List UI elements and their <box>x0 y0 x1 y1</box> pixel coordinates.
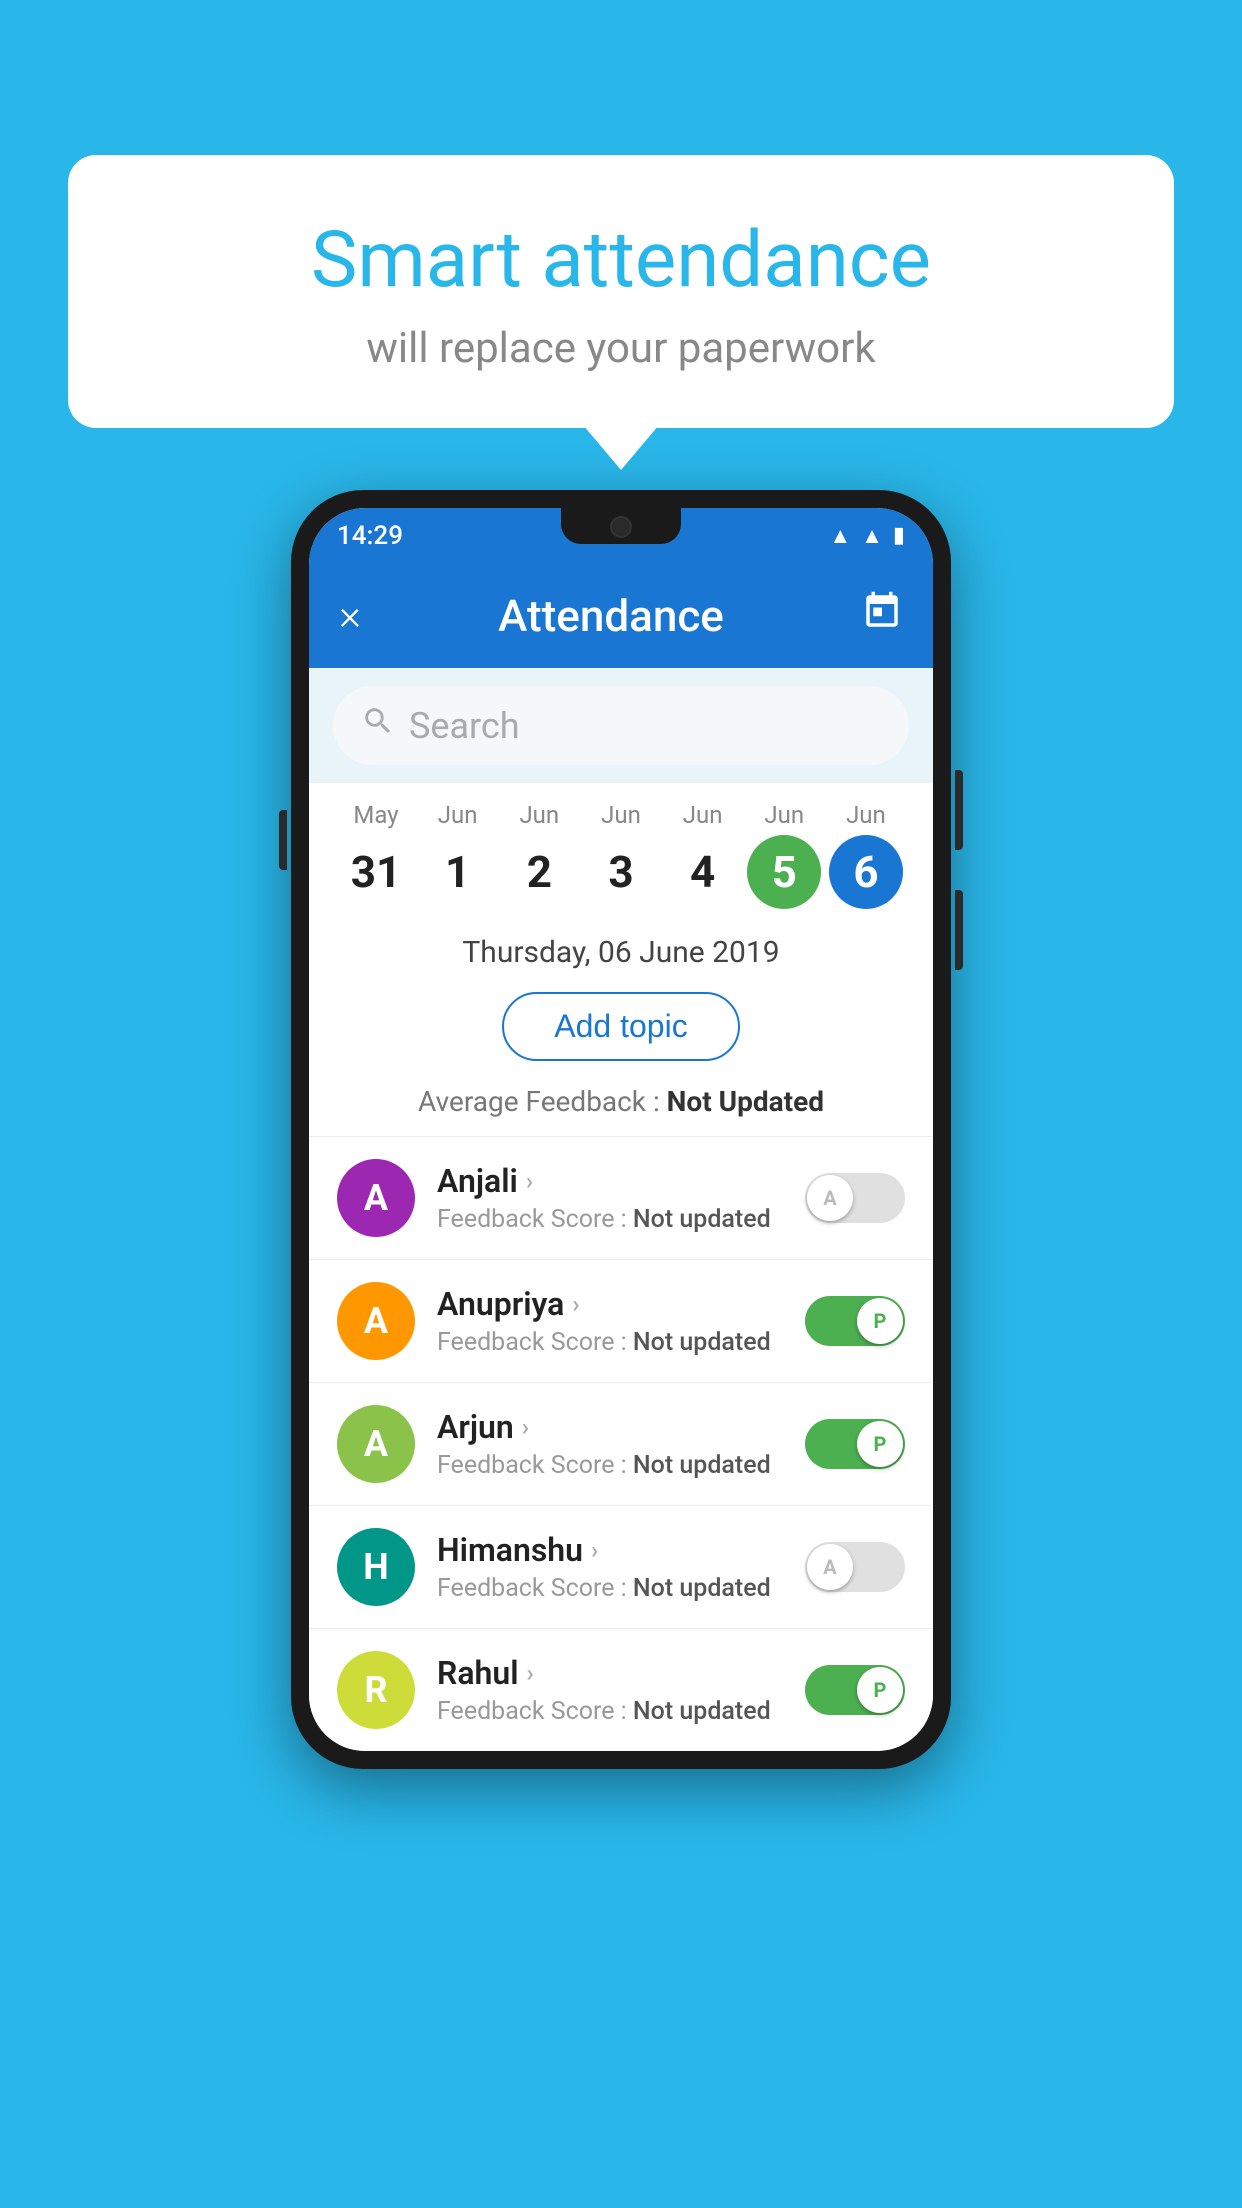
student-score: Feedback Score : Not updated <box>437 1205 805 1234</box>
signal-icon: ▲ <box>861 523 883 549</box>
attendance-toggle[interactable]: P <box>805 1419 905 1469</box>
student-chevron-icon: › <box>526 1167 533 1195</box>
student-item[interactable]: A Arjun › Feedback Score : Not updated P <box>309 1382 933 1505</box>
toggle-knob: P <box>857 1667 903 1713</box>
cal-date-number: 4 <box>666 835 740 909</box>
cal-month-label: May <box>353 801 398 829</box>
toggle-knob: A <box>807 1544 853 1590</box>
toggle-knob: P <box>857 1298 903 1344</box>
app-bar: × Attendance <box>309 563 933 668</box>
student-chevron-icon: › <box>527 1659 534 1687</box>
toggle-knob: P <box>857 1421 903 1467</box>
student-item[interactable]: R Rahul › Feedback Score : Not updated P <box>309 1628 933 1751</box>
speech-bubble-subtitle: will replace your paperwork <box>128 324 1114 373</box>
cal-date-number: 1 <box>421 835 495 909</box>
average-feedback: Average Feedback : Not Updated <box>309 1077 933 1136</box>
score-value: Not updated <box>633 1205 771 1234</box>
cal-date-number: 2 <box>502 835 576 909</box>
attendance-toggle[interactable]: A <box>805 1173 905 1223</box>
wifi-icon: ▲ <box>829 523 851 549</box>
student-score: Feedback Score : Not updated <box>437 1328 805 1357</box>
volume-button <box>279 810 287 870</box>
avg-feedback-label: Average Feedback : <box>418 1085 667 1118</box>
calendar-day[interactable]: May 31 <box>337 801 415 909</box>
student-item[interactable]: H Himanshu › Feedback Score : Not updatedA <box>309 1505 933 1628</box>
student-item[interactable]: AAnjali ›Feedback Score : Not updatedA <box>309 1136 933 1259</box>
attendance-toggle[interactable]: P <box>805 1665 905 1715</box>
speech-bubble-container: Smart attendance will replace your paper… <box>68 155 1174 428</box>
student-chevron-icon: › <box>522 1413 529 1441</box>
app-bar-title: Attendance <box>498 590 724 642</box>
search-icon <box>361 704 395 747</box>
student-info: Arjun › Feedback Score : Not updated <box>415 1408 805 1480</box>
student-name: Himanshu › <box>437 1531 805 1569</box>
add-topic-container: Add topic <box>309 982 933 1077</box>
student-name: Rahul › <box>437 1654 805 1692</box>
search-box[interactable]: Search <box>333 686 909 765</box>
cal-date-number: 5 <box>747 835 821 909</box>
student-avatar: A <box>337 1159 415 1237</box>
calendar-day[interactable]: Jun 3 <box>582 801 660 909</box>
phone-mockup: 14:29 ▲ ▲ ▮ × Attendance <box>291 490 951 1769</box>
student-chevron-icon: › <box>591 1536 598 1564</box>
score-value: Not updated <box>633 1328 771 1357</box>
calendar-strip: May 31 Jun 1 Jun 2 Jun 3 Jun 4 Jun 5 Jun 6 <box>309 783 933 917</box>
calendar-day[interactable]: Jun 1 <box>419 801 497 909</box>
selected-date: Thursday, 06 June 2019 <box>309 917 933 982</box>
cal-month-label: Jun <box>438 801 478 829</box>
status-icons: ▲ ▲ ▮ <box>829 523 905 549</box>
student-list: AAnjali ›Feedback Score : Not updatedAAA… <box>309 1136 933 1751</box>
student-info: Rahul › Feedback Score : Not updated <box>415 1654 805 1726</box>
close-button[interactable]: × <box>339 591 361 640</box>
student-chevron-icon: › <box>572 1290 579 1318</box>
front-camera <box>610 516 632 538</box>
student-score: Feedback Score : Not updated <box>437 1451 805 1480</box>
cal-date-number: 31 <box>339 835 413 909</box>
calendar-day[interactable]: Jun 4 <box>664 801 742 909</box>
battery-icon: ▮ <box>893 523 905 548</box>
student-score: Feedback Score : Not updated <box>437 1697 805 1726</box>
calendar-day[interactable]: Jun 6 <box>827 801 905 909</box>
power-button <box>955 770 963 850</box>
calendar-icon[interactable] <box>861 590 903 642</box>
student-score: Feedback Score : Not updated <box>437 1574 805 1603</box>
toggle-knob: A <box>807 1175 853 1221</box>
phone-screen: 14:29 ▲ ▲ ▮ × Attendance <box>309 508 933 1751</box>
score-value: Not updated <box>633 1697 771 1726</box>
attendance-toggle[interactable]: A <box>805 1542 905 1592</box>
score-value: Not updated <box>633 1574 771 1603</box>
cal-date-number: 3 <box>584 835 658 909</box>
student-info: Anjali › Feedback Score : Not updated <box>415 1162 805 1234</box>
avg-feedback-value: Not Updated <box>667 1085 824 1118</box>
cal-date-number: 6 <box>829 835 903 909</box>
search-label: Search <box>409 705 520 747</box>
phone-frame: 14:29 ▲ ▲ ▮ × Attendance <box>291 490 951 1769</box>
student-avatar: R <box>337 1651 415 1729</box>
calendar-day[interactable]: Jun 5 <box>745 801 823 909</box>
cal-month-label: Jun <box>764 801 804 829</box>
cal-month-label: Jun <box>519 801 559 829</box>
search-container: Search <box>309 668 933 783</box>
student-info: Anupriya › Feedback Score : Not updated <box>415 1285 805 1357</box>
attendance-toggle[interactable]: P <box>805 1296 905 1346</box>
cal-month-label: Jun <box>601 801 641 829</box>
student-name: Arjun › <box>437 1408 805 1446</box>
volume-down-button <box>955 890 963 970</box>
student-avatar: A <box>337 1282 415 1360</box>
student-avatar: H <box>337 1528 415 1606</box>
speech-bubble-title: Smart attendance <box>128 215 1114 306</box>
student-name: Anupriya › <box>437 1285 805 1323</box>
speech-bubble: Smart attendance will replace your paper… <box>68 155 1174 428</box>
status-time: 14:29 <box>337 521 403 551</box>
student-info: Himanshu › Feedback Score : Not updated <box>415 1531 805 1603</box>
student-item[interactable]: A Anupriya › Feedback Score : Not updated P <box>309 1259 933 1382</box>
student-avatar: A <box>337 1405 415 1483</box>
score-value: Not updated <box>633 1451 771 1480</box>
cal-month-label: Jun <box>846 801 886 829</box>
student-name: Anjali › <box>437 1162 805 1200</box>
phone-notch <box>561 508 681 544</box>
calendar-day[interactable]: Jun 2 <box>500 801 578 909</box>
cal-month-label: Jun <box>683 801 723 829</box>
add-topic-button[interactable]: Add topic <box>502 992 739 1061</box>
